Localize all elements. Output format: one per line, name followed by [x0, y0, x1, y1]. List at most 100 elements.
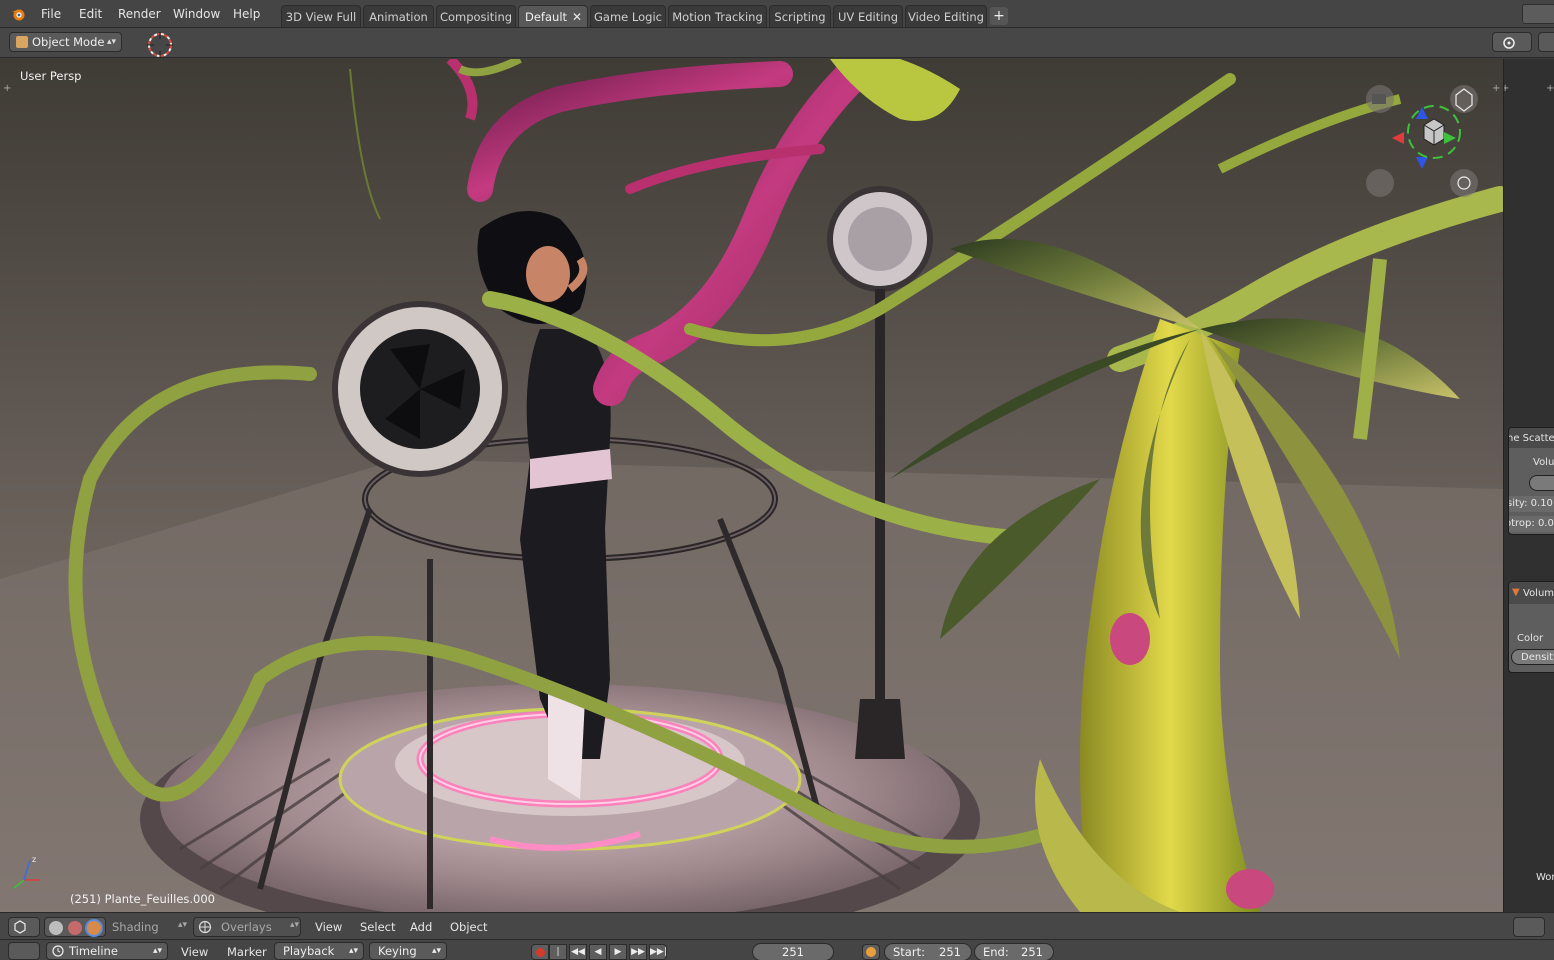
menu-select[interactable]: Select	[360, 920, 395, 934]
blender-window: File Edit Render Window Help 3D View Ful…	[0, 0, 1554, 960]
collapse-arrow-icon[interactable]: ▼	[1512, 587, 1520, 598]
cube-icon	[16, 36, 28, 48]
menu-window[interactable]: Window	[173, 6, 220, 22]
next-key-icon: ▶▶	[631, 947, 645, 957]
editor-label: Timeline	[69, 944, 118, 958]
zoom-icon	[1450, 169, 1478, 197]
keying-dropdown[interactable]: Keying ▴▾	[369, 942, 447, 960]
anisotropy-field[interactable]: otrop: 0.00	[1509, 518, 1554, 529]
jump-start-button[interactable]: |◀◀	[549, 944, 567, 960]
solid-shading-icon[interactable]	[49, 921, 63, 935]
active-object-info: (251) Plante_Feuilles.000	[70, 892, 215, 906]
view-perspective-label: User Persp	[20, 69, 82, 83]
tab-motion-tracking[interactable]: Motion Tracking	[668, 5, 767, 27]
menu-help[interactable]: Help	[233, 6, 260, 22]
play-reverse-button[interactable]: ◀	[589, 944, 607, 960]
timeline-menu-view[interactable]: View	[181, 945, 208, 959]
playback-label: Playback	[283, 944, 335, 958]
tab-label: UV Editing	[838, 10, 898, 24]
chevron-updown-icon: ▴▾	[106, 37, 116, 47]
editor-type-select[interactable]	[8, 917, 40, 937]
svg-text:z: z	[32, 855, 36, 864]
tab-label: 3D View Full	[285, 10, 357, 24]
tab-game-logic[interactable]: Game Logic	[590, 5, 666, 27]
region-plus-icon[interactable]: +	[1504, 83, 1509, 94]
menu-edit[interactable]: Edit	[79, 6, 102, 22]
color-socket-label: Color	[1517, 633, 1544, 644]
tab-label: Video Editing	[908, 10, 984, 24]
tab-3d-view-full[interactable]: 3D View Full	[281, 5, 361, 27]
object-mode-select[interactable]: Object Mode ▴▾	[9, 32, 122, 52]
scene-selector-button[interactable]	[1522, 4, 1554, 24]
pivot-point-select[interactable]	[1492, 32, 1532, 52]
timeline-editor-icon-button[interactable]	[8, 942, 40, 960]
jump-end-icon: ▶▶|	[650, 947, 667, 957]
tab-compositing[interactable]: Compositing	[436, 5, 516, 27]
tab-scripting[interactable]: Scripting	[769, 5, 831, 27]
menu-view[interactable]: View	[315, 920, 342, 934]
rendered-shading-icon[interactable]	[87, 921, 101, 935]
tab-video-editing[interactable]: Video Editing	[905, 5, 987, 27]
current-frame-field[interactable]: 251	[752, 943, 834, 960]
volume-node[interactable]: ▼ Volume Color Density	[1508, 581, 1554, 673]
menu-object[interactable]: Object	[450, 920, 487, 934]
play-button[interactable]: ▶	[609, 944, 627, 960]
add-workspace-button[interactable]: +	[990, 7, 1008, 25]
shading-mode-group[interactable]	[44, 917, 106, 937]
menu-render[interactable]: Render	[118, 6, 161, 22]
chevron-updown-icon: ▴▾	[290, 920, 300, 930]
node-title: Volume	[1523, 588, 1554, 599]
hand-icon	[1366, 169, 1394, 197]
record-icon	[535, 948, 545, 957]
close-icon[interactable]: ✕	[572, 6, 582, 28]
node-title: ne Scatter	[1508, 433, 1554, 444]
region-plus-icon[interactable]: +	[3, 83, 11, 94]
shading-dropdown-label[interactable]: Shading	[112, 920, 159, 934]
overlays-icon	[198, 920, 212, 934]
blender-logo-icon[interactable]	[10, 6, 26, 22]
timeline-menu-marker[interactable]: Marker	[227, 945, 267, 959]
start-frame-field[interactable]: Start: 251	[884, 943, 972, 960]
density-field[interactable]: sity: 0.10	[1509, 498, 1553, 509]
playback-dropdown[interactable]: Playback ▴▾	[274, 942, 364, 960]
snap-button[interactable]	[1538, 32, 1554, 52]
volume-scatter-node[interactable]: ne Scatter Volu sity: 0.10 otrop: 0.00	[1508, 427, 1554, 535]
density-socket-label[interactable]: Density	[1521, 652, 1554, 663]
pivot-icon	[1503, 37, 1515, 49]
clock-icon	[866, 947, 876, 957]
end-frame-field[interactable]: End: 251	[974, 943, 1054, 960]
node-editor-panel[interactable]: + + ne Scatter Volu sity: 0.10 otrop: 0.…	[1503, 59, 1554, 912]
tab-label: Animation	[369, 10, 428, 24]
3d-viewport[interactable]: User Persp (251) Plante_Feuilles.000 + +…	[0, 59, 1503, 912]
prev-key-icon: ◀◀	[571, 947, 585, 957]
axis-indicator-icon: z	[13, 855, 40, 889]
node-editor-type-select[interactable]	[1513, 917, 1545, 937]
tab-default[interactable]: Default ✕	[518, 5, 588, 27]
rendered-scene	[0, 59, 1503, 912]
3d-view-icon	[14, 920, 26, 934]
play-icon: ▶	[614, 947, 622, 957]
preview-range-button[interactable]	[862, 944, 880, 960]
timeline-header: Timeline ▴▾ View Marker Playback ▴▾ Keyi…	[0, 940, 1554, 960]
timeline-editor-select[interactable]: Timeline ▴▾	[46, 942, 168, 960]
end-value: 251	[1021, 945, 1043, 959]
menu-add[interactable]: Add	[410, 920, 432, 934]
menu-file[interactable]: File	[41, 6, 61, 22]
3d-cursor-icon[interactable]	[145, 31, 175, 59]
tab-animation[interactable]: Animation	[363, 5, 434, 27]
tab-label: Scripting	[774, 10, 826, 24]
jump-end-button[interactable]: ▶▶|	[649, 944, 667, 960]
tab-uv-editing[interactable]: UV Editing	[833, 5, 903, 27]
start-value: 251	[939, 945, 961, 959]
next-keyframe-button[interactable]: ▶▶	[629, 944, 647, 960]
world-node-label: Wor	[1536, 872, 1554, 883]
tab-label: Compositing	[439, 10, 513, 24]
camera-icon	[1372, 94, 1386, 104]
region-plus-icon[interactable]: +	[1546, 83, 1554, 94]
material-shading-icon[interactable]	[68, 921, 82, 935]
navigation-gizmo[interactable]	[1362, 77, 1492, 207]
record-button[interactable]	[531, 944, 549, 960]
region-plus-icon[interactable]: +	[1492, 83, 1500, 94]
viewport-footer: Shading ▴▾ Overlays ▴▾ View Select Add O…	[0, 912, 1554, 940]
prev-keyframe-button[interactable]: ◀◀	[569, 944, 587, 960]
